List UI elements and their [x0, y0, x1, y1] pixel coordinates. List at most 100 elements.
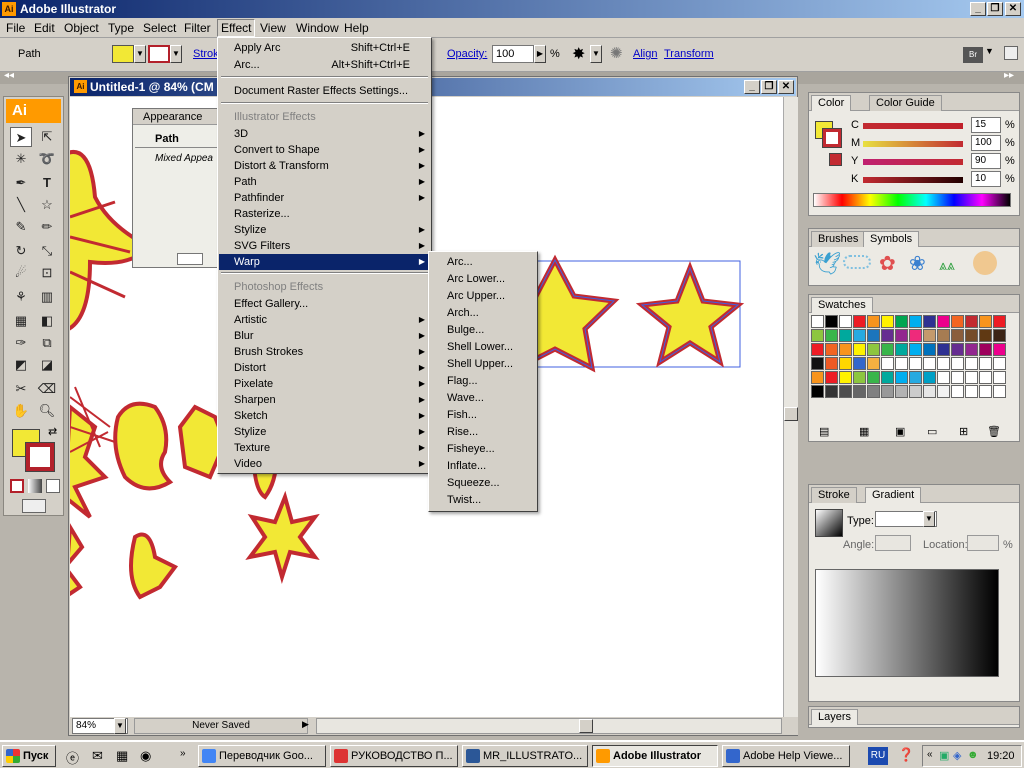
- color-swatch[interactable]: [895, 329, 908, 342]
- paintbrush-tool-icon[interactable]: ✎: [10, 217, 32, 237]
- effect-artistic[interactable]: Artistic ▶: [219, 312, 430, 328]
- gradient-tool-icon[interactable]: ◧: [36, 311, 58, 331]
- new-color-group-icon[interactable]: ▭: [927, 425, 937, 438]
- effect-video[interactable]: Video ▶: [219, 456, 430, 472]
- effect-warp[interactable]: Warp ▶: [219, 254, 430, 270]
- color-swatch[interactable]: [839, 343, 852, 356]
- color-swatch[interactable]: [881, 329, 894, 342]
- warp-tool-icon[interactable]: ☄: [10, 263, 32, 283]
- color-stroke-indicator[interactable]: [822, 128, 842, 148]
- color-swatch[interactable]: [867, 357, 880, 370]
- color-swatch[interactable]: [937, 385, 950, 398]
- horizontal-scrollbar[interactable]: [316, 718, 782, 734]
- appearance-toggle-icon[interactable]: [177, 253, 203, 265]
- taskbar-word-doc[interactable]: MR_ILLUSTRATO...: [462, 745, 588, 767]
- warp-arch[interactable]: Arch...: [430, 305, 535, 322]
- tab-color[interactable]: Color: [811, 95, 852, 111]
- color-swatch[interactable]: [853, 315, 866, 328]
- effect-sketch[interactable]: Sketch ▶: [219, 408, 430, 424]
- color-spectrum-bar[interactable]: [813, 193, 1011, 207]
- effect-stylize[interactable]: Stylize ▶: [219, 222, 430, 238]
- symbol-cloud-icon[interactable]: [843, 255, 871, 269]
- color-swatch[interactable]: [909, 357, 922, 370]
- style-icon[interactable]: ✸: [572, 44, 585, 64]
- minimize-button[interactable]: _: [970, 2, 986, 16]
- status-arrow-icon[interactable]: ▶: [302, 719, 309, 730]
- color-swatch[interactable]: [979, 371, 992, 384]
- color-swatch[interactable]: [853, 329, 866, 342]
- tray-volume-icon[interactable]: ◈: [953, 749, 961, 762]
- color-swatch[interactable]: [923, 315, 936, 328]
- swatch-options-icon[interactable]: ▣: [895, 425, 905, 438]
- warp-fish[interactable]: Fish...: [430, 407, 535, 424]
- eraser-tool-icon[interactable]: ⌫: [36, 379, 58, 399]
- taskbar-help-viewer[interactable]: Adobe Help Viewe...: [722, 745, 850, 767]
- menu-select[interactable]: Select: [143, 21, 176, 35]
- color-swatch[interactable]: [937, 329, 950, 342]
- color-swatch[interactable]: [965, 315, 978, 328]
- collapse-icon[interactable]: ◂◂: [4, 70, 14, 81]
- color-swatch[interactable]: [923, 371, 936, 384]
- color-swatch[interactable]: [979, 329, 992, 342]
- color-swatch[interactable]: [895, 315, 908, 328]
- delete-swatch-icon[interactable]: 🗑︎: [987, 425, 1001, 438]
- menu-object[interactable]: Object: [64, 21, 99, 35]
- fill-dropdown-icon[interactable]: ▼: [134, 45, 146, 63]
- color-swatch[interactable]: [965, 343, 978, 356]
- effect-distort[interactable]: Distort ▶: [219, 360, 430, 376]
- warp-rise[interactable]: Rise...: [430, 424, 535, 441]
- effect-svg-filters[interactable]: SVG Filters ▶: [219, 238, 430, 254]
- effect-rasterize[interactable]: Rasterize...: [219, 206, 430, 222]
- effect-sharpen[interactable]: Sharpen ▶: [219, 392, 430, 408]
- lasso-tool-icon[interactable]: ➰: [36, 149, 58, 169]
- live-paint-selection-tool-icon[interactable]: ◪: [36, 355, 58, 375]
- color-swatch[interactable]: [979, 385, 992, 398]
- effect-path[interactable]: Path ▶: [219, 174, 430, 190]
- effect-blur[interactable]: Blur ▶: [219, 328, 430, 344]
- color-swatch[interactable]: [937, 315, 950, 328]
- color-swatch[interactable]: [923, 329, 936, 342]
- color-swatch[interactable]: [993, 357, 1006, 370]
- cyan-value[interactable]: 15: [971, 117, 1001, 133]
- warp-fisheye[interactable]: Fisheye...: [430, 441, 535, 458]
- star-shape-small[interactable]: [635, 261, 745, 368]
- out-of-gamut-swatch[interactable]: [829, 153, 842, 166]
- hand-tool-icon[interactable]: ✋: [10, 401, 32, 421]
- tray-network-icon[interactable]: ▣: [939, 749, 949, 762]
- fill-swatch[interactable]: [112, 45, 134, 63]
- symbol-flower-icon[interactable]: ✿: [879, 251, 896, 276]
- black-value[interactable]: 10: [971, 171, 1001, 187]
- new-swatch-icon[interactable]: ⊞: [959, 425, 968, 438]
- tab-symbols[interactable]: Symbols: [863, 231, 920, 247]
- status-text[interactable]: Never Saved: [134, 718, 308, 734]
- bridge-dropdown-icon[interactable]: ▼: [985, 46, 994, 56]
- color-swatch[interactable]: [895, 385, 908, 398]
- menu-view[interactable]: View: [260, 21, 286, 35]
- restore-button[interactable]: ❐: [987, 2, 1003, 16]
- style-dropdown-icon[interactable]: ▼: [590, 45, 602, 63]
- color-swatch[interactable]: [979, 343, 992, 356]
- horizontal-scroll-thumb[interactable]: [579, 719, 593, 733]
- color-swatch[interactable]: [825, 357, 838, 370]
- mesh-tool-icon[interactable]: ▦: [10, 311, 32, 331]
- tab-gradient[interactable]: Gradient: [865, 487, 922, 503]
- none-mode-icon[interactable]: [46, 479, 60, 493]
- color-swatch[interactable]: [853, 357, 866, 370]
- warp-arc-upper[interactable]: Arc Upper...: [430, 288, 535, 305]
- color-swatch[interactable]: [881, 343, 894, 356]
- color-swatch[interactable]: [825, 315, 838, 328]
- color-swatch[interactable]: [853, 343, 866, 356]
- color-swatch[interactable]: [881, 371, 894, 384]
- tab-color-guide[interactable]: Color Guide: [869, 95, 942, 111]
- direct-selection-tool-icon[interactable]: ⇱: [36, 127, 58, 147]
- color-swatch[interactable]: [923, 357, 936, 370]
- doc-close-button[interactable]: ✕: [778, 80, 794, 94]
- gradient-location-input[interactable]: [967, 535, 999, 551]
- menu-window[interactable]: Window: [296, 21, 339, 35]
- color-swatch[interactable]: [811, 371, 824, 384]
- tray-app-icon[interactable]: ☻: [967, 749, 979, 761]
- color-swatch[interactable]: [951, 371, 964, 384]
- pencil-tool-icon[interactable]: ✏: [36, 217, 58, 237]
- color-swatch[interactable]: [909, 343, 922, 356]
- color-swatch[interactable]: [895, 357, 908, 370]
